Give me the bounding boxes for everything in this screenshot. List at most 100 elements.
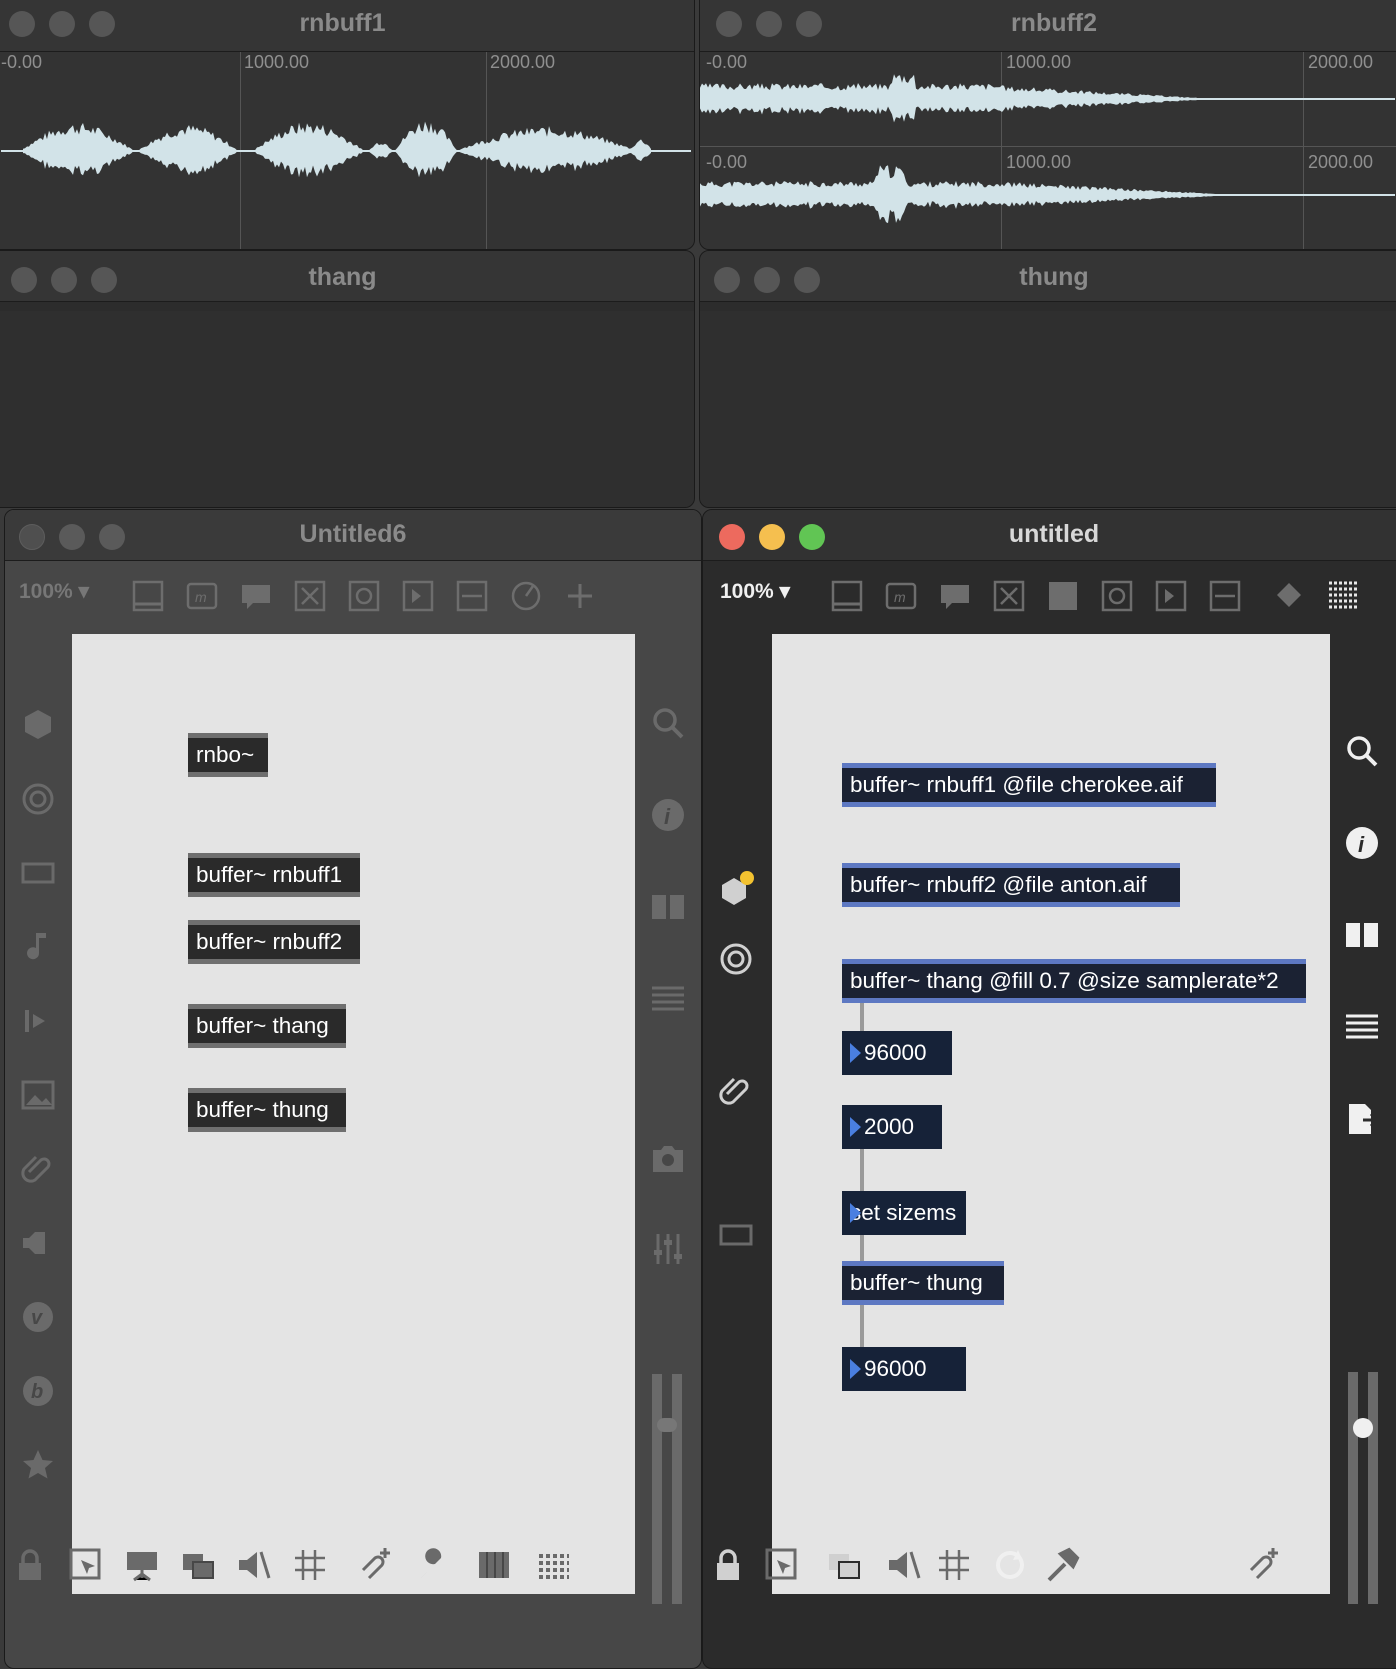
title-bar[interactable]: Untitled6 xyxy=(5,510,701,561)
presentation-icon[interactable] xyxy=(67,1546,105,1584)
slider-icon[interactable] xyxy=(1208,579,1242,613)
grid-icon[interactable] xyxy=(291,1546,329,1584)
piano-icon[interactable] xyxy=(475,1546,513,1584)
mute-icon[interactable] xyxy=(885,1546,923,1584)
grid-icon[interactable] xyxy=(935,1546,973,1584)
patch-cord[interactable] xyxy=(860,1003,864,1031)
slider-icon[interactable] xyxy=(455,579,489,613)
presentation-icon[interactable] xyxy=(763,1546,801,1584)
paint-bucket-icon[interactable] xyxy=(1273,579,1307,613)
lock-icon[interactable] xyxy=(11,1546,49,1584)
title-bar[interactable]: untitled xyxy=(703,510,1396,561)
title-bar[interactable]: rnbuff2 xyxy=(700,0,1396,52)
beap-icon[interactable]: b xyxy=(19,1372,57,1410)
title-bar[interactable]: thung xyxy=(700,251,1396,302)
media-strip-icon[interactable] xyxy=(19,854,57,892)
image-icon[interactable] xyxy=(19,1076,57,1114)
refresh-icon[interactable] xyxy=(991,1546,1029,1584)
star-icon[interactable] xyxy=(19,1446,57,1484)
zoom-menu[interactable]: 100% ▾ xyxy=(19,579,89,604)
list-icon[interactable] xyxy=(1343,1008,1381,1046)
waveform-display[interactable]: -0.00 1000.00 2000.00 xyxy=(0,52,694,249)
mixer-icon[interactable] xyxy=(649,1230,687,1268)
buffer-thang-fill-object[interactable]: buffer~ thang @fill 0.7 @size samplerate… xyxy=(842,959,1306,1003)
message-set-sizems[interactable]: set sizems xyxy=(842,1191,966,1235)
paperclip-icon[interactable] xyxy=(19,1150,57,1188)
paperclip-icon[interactable] xyxy=(717,1072,755,1110)
list-icon[interactable] xyxy=(649,980,687,1018)
title-bar[interactable]: rnbuff1 xyxy=(0,0,694,52)
svg-text:v: v xyxy=(31,1307,44,1329)
package-icon[interactable] xyxy=(717,870,755,908)
buffer-thung-object[interactable]: buffer~ thung xyxy=(842,1261,1004,1305)
button-icon[interactable] xyxy=(347,579,381,613)
matrix-icon[interactable] xyxy=(1046,579,1080,613)
lock-icon[interactable] xyxy=(709,1546,747,1584)
wrench-icon[interactable] xyxy=(415,1546,453,1584)
toggle-icon[interactable] xyxy=(293,579,327,613)
patcher-canvas[interactable]: buffer~ rnbuff1 @file cherokee.aif buffe… xyxy=(772,634,1330,1594)
vst-icon[interactable]: v xyxy=(19,1298,57,1336)
target-icon[interactable] xyxy=(717,940,755,978)
window-title: Untitled6 xyxy=(299,520,407,548)
video-icon[interactable] xyxy=(19,1002,57,1040)
patch-cord[interactable] xyxy=(860,1305,864,1347)
object-box-icon[interactable] xyxy=(131,579,165,613)
rnbuff1-window: rnbuff1 -0.00 1000.00 2000.00 xyxy=(0,0,695,250)
buffer-thang-object[interactable]: buffer~ thang xyxy=(188,1004,346,1048)
windows-icon[interactable] xyxy=(179,1546,217,1584)
number-box-2[interactable]: 2000 xyxy=(842,1105,942,1149)
buffer-thung-object[interactable]: buffer~ thung xyxy=(188,1088,346,1132)
number-box-3[interactable]: 96000 xyxy=(842,1347,966,1391)
paperclip-add-icon[interactable] xyxy=(355,1546,393,1584)
search-icon[interactable] xyxy=(1343,732,1381,770)
windows-icon[interactable] xyxy=(825,1546,863,1584)
number-icon[interactable] xyxy=(1154,579,1188,613)
waveform-display[interactable]: -0.00 1000.00 2000.00 -0.00 1000.00 2000… xyxy=(700,52,1396,249)
split-view-icon[interactable] xyxy=(649,888,687,926)
plug-icon[interactable] xyxy=(19,1224,57,1262)
buffer-rnbuff1-cherokee-object[interactable]: buffer~ rnbuff1 @file cherokee.aif xyxy=(842,763,1216,807)
toggle-icon[interactable] xyxy=(992,579,1026,613)
export-icon[interactable] xyxy=(1343,1100,1381,1138)
camera-icon[interactable] xyxy=(649,1140,687,1178)
target-icon[interactable] xyxy=(19,780,57,818)
patch-cord[interactable] xyxy=(860,1149,864,1191)
message-box-icon[interactable]: m xyxy=(185,579,219,613)
info-icon[interactable]: i xyxy=(649,796,687,834)
buffer-rnbuff1-object[interactable]: buffer~ rnbuff1 xyxy=(188,853,360,897)
object-box-icon[interactable] xyxy=(830,579,864,613)
grid-toggle-icon[interactable] xyxy=(1327,579,1361,613)
plus-icon[interactable] xyxy=(563,579,597,613)
info-icon[interactable]: i xyxy=(1343,824,1381,862)
number-box-1[interactable]: 96000 xyxy=(842,1031,952,1075)
waveform-display[interactable] xyxy=(0,311,694,507)
music-note-icon[interactable] xyxy=(19,928,57,966)
hammer-icon[interactable] xyxy=(1043,1546,1081,1584)
paperclip-add-icon[interactable] xyxy=(1243,1546,1281,1584)
untitled-window: untitled 100% ▾ m buffer~ rnbuff1 @file … xyxy=(702,509,1396,1669)
waveform-display[interactable] xyxy=(700,311,1396,507)
comment-icon[interactable] xyxy=(239,579,273,613)
title-bar[interactable]: thang xyxy=(0,251,694,302)
dial-icon[interactable] xyxy=(509,579,543,613)
screen-icon[interactable] xyxy=(123,1546,161,1584)
message-box-icon[interactable]: m xyxy=(884,579,918,613)
buffer-rnbuff2-object[interactable]: buffer~ rnbuff2 xyxy=(188,920,360,964)
comment-icon[interactable] xyxy=(938,579,972,613)
level-meter[interactable] xyxy=(1345,1372,1385,1604)
mute-icon[interactable] xyxy=(235,1546,273,1584)
patcher-canvas[interactable]: rnbo~ buffer~ rnbuff1 buffer~ rnbuff2 bu… xyxy=(72,634,635,1594)
search-icon[interactable] xyxy=(649,704,687,742)
rnbo-object[interactable]: rnbo~ xyxy=(188,733,268,777)
keyboard-icon[interactable] xyxy=(535,1546,573,1584)
zoom-menu[interactable]: 100% ▾ xyxy=(720,579,790,604)
buffer-rnbuff2-anton-object[interactable]: buffer~ rnbuff2 @file anton.aif xyxy=(842,863,1180,907)
split-view-icon[interactable] xyxy=(1343,916,1381,954)
media-strip-icon[interactable] xyxy=(717,1216,755,1254)
patch-cord[interactable] xyxy=(860,1235,864,1261)
button-icon[interactable] xyxy=(1100,579,1134,613)
level-meter[interactable] xyxy=(649,1374,689,1604)
package-icon[interactable] xyxy=(19,706,57,744)
number-icon[interactable] xyxy=(401,579,435,613)
